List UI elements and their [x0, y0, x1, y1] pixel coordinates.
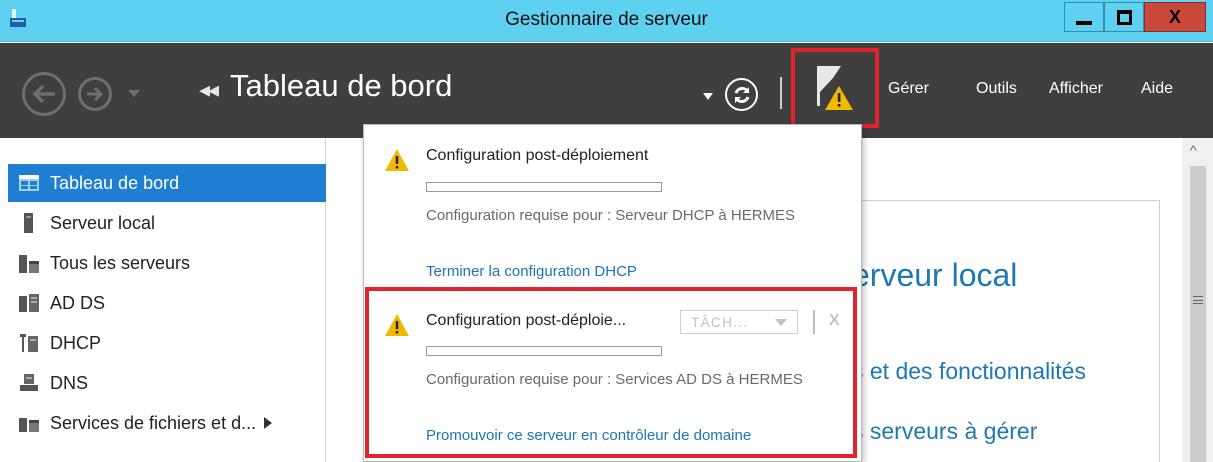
scroll-grip-icon — [1193, 296, 1203, 304]
notifications-popup: Configuration post-déploiement Configura… — [363, 124, 862, 462]
notification-progress-bar — [426, 182, 662, 192]
file-services-icon — [19, 418, 39, 432]
sidebar-item-ad-ds[interactable]: AD DS — [8, 284, 326, 322]
maximize-button[interactable] — [1104, 2, 1144, 32]
all-servers-icon — [19, 255, 39, 273]
sidebar-item-label: Tous les serveurs — [50, 252, 191, 273]
submenu-arrow-icon[interactable] — [264, 417, 273, 429]
menu-aide[interactable]: Aide — [1141, 80, 1173, 98]
add-servers-link[interactable]: s serveurs à gérer — [852, 418, 1037, 445]
sidebar-item-dns[interactable]: DNS — [8, 364, 326, 402]
chevron-down-icon — [775, 319, 787, 326]
notification-title: Configuration post-déploie... — [426, 312, 627, 329]
dhcp-icon — [20, 334, 38, 352]
menu-outils[interactable]: Outils — [976, 80, 1017, 98]
task-separator — [813, 310, 815, 334]
sidebar-item-label: AD DS — [50, 292, 106, 313]
history-dropdown-icon[interactable] — [128, 90, 140, 97]
toolbar-separator — [780, 77, 782, 109]
sidebar-item-tous-les-serveurs[interactable]: Tous les serveurs — [8, 244, 326, 282]
forward-button[interactable] — [78, 77, 112, 111]
local-server-icon — [24, 213, 33, 233]
notification-description: Configuration requise pour : Serveur DHC… — [426, 207, 796, 224]
dashboard-icon — [19, 175, 39, 191]
sidebar-item-tableau-de-bord[interactable]: Tableau de bord — [8, 164, 326, 202]
menu-afficher[interactable]: Afficher — [1049, 80, 1103, 98]
minimize-button[interactable] — [1064, 2, 1104, 32]
minimize-icon — [1076, 21, 1092, 25]
restore-icon — [1116, 9, 1132, 25]
configure-local-server-heading[interactable]: erveur local — [852, 257, 1017, 294]
warning-icon — [385, 149, 409, 171]
breadcrumb-dropdown-icon[interactable] — [703, 93, 713, 100]
promote-domain-controller-link[interactable]: Promouvoir ce serveur en contrôleur de d… — [426, 427, 751, 444]
sidebar-item-label: Tableau de bord — [50, 172, 180, 193]
scroll-thumb[interactable] — [1190, 166, 1206, 462]
close-window-button[interactable]: X — [1144, 2, 1206, 32]
refresh-button[interactable] — [725, 78, 758, 111]
notifications-flag-button[interactable] — [791, 48, 879, 128]
task-dropdown-label: TÂCH... — [691, 314, 748, 330]
flag-warning-icon — [817, 66, 853, 110]
ad-ds-icon — [19, 294, 39, 312]
add-roles-link[interactable]: s et des fonctionnalités — [852, 358, 1086, 385]
sidebar-item-label: Serveur local — [50, 212, 156, 233]
notification-title: Configuration post-déploiement — [426, 147, 649, 164]
task-dropdown[interactable]: TÂCH... — [680, 310, 798, 334]
back-button[interactable] — [22, 72, 66, 116]
menu-gerer[interactable]: Gérer — [888, 80, 929, 98]
dns-icon — [20, 374, 38, 391]
notification-description: Configuration requise pour : Services AD… — [426, 371, 803, 388]
arrow-left-icon — [32, 84, 55, 104]
sidebar-item-dhcp[interactable]: DHCP — [8, 324, 326, 362]
vertical-scrollbar[interactable]: ^ — [1182, 138, 1213, 462]
breadcrumb-title[interactable]: Tableau de bord — [230, 68, 452, 104]
warning-icon — [385, 314, 409, 336]
scroll-up-icon[interactable]: ^ — [1190, 142, 1197, 158]
sidebar: Tableau de bord Serveur local Tous les s… — [0, 138, 326, 462]
breadcrumb-arrows: ◂◂ — [199, 77, 219, 102]
finish-dhcp-configuration-link[interactable]: Terminer la configuration DHCP — [426, 263, 637, 280]
window-title: Gestionnaire de serveur — [505, 9, 708, 30]
sidebar-item-services-de-fichiers[interactable]: Services de fichiers et d... — [8, 404, 326, 442]
sidebar-item-serveur-local[interactable]: Serveur local — [8, 204, 326, 242]
sidebar-item-label: Services de fichiers et d... — [50, 412, 257, 433]
arrow-right-icon — [87, 86, 104, 102]
sidebar-item-label: DNS — [50, 372, 89, 393]
dismiss-notification-button[interactable]: X — [829, 312, 840, 330]
title-bar: Gestionnaire de serveur X — [0, 0, 1213, 42]
sidebar-item-label: DHCP — [50, 332, 102, 353]
notification-progress-bar — [426, 346, 662, 356]
refresh-icon — [734, 86, 749, 103]
